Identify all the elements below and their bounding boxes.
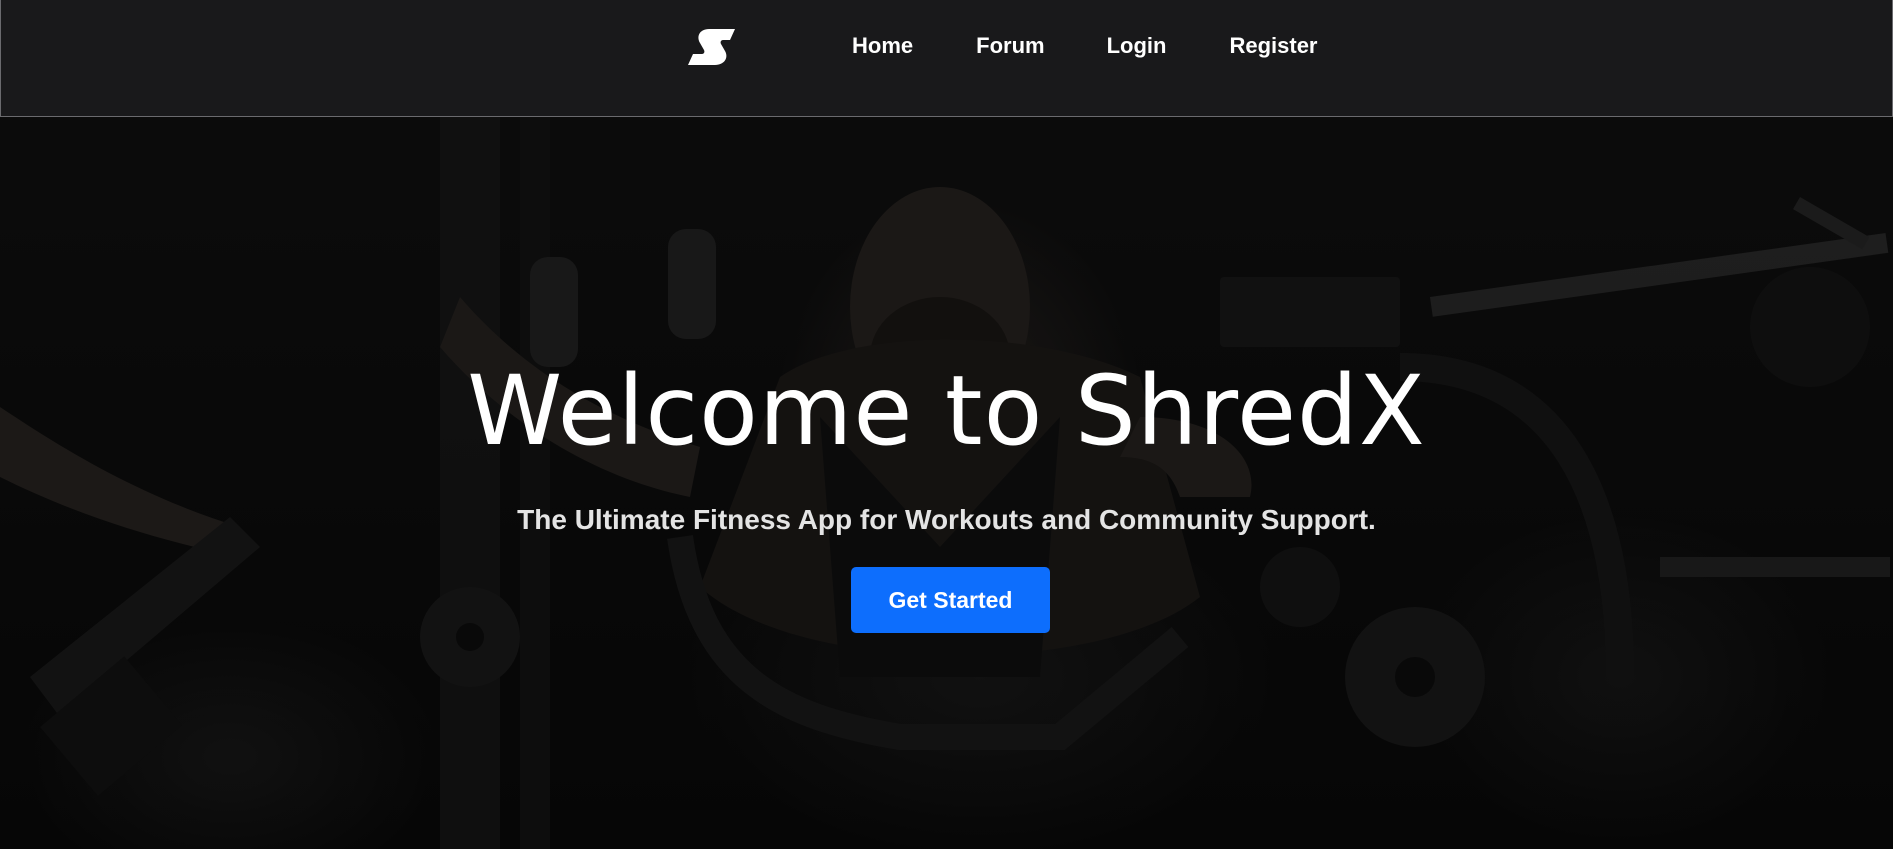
nav-login-link[interactable]: Login bbox=[1107, 30, 1167, 62]
shredx-s-logo-icon[interactable] bbox=[687, 26, 739, 68]
nav-links: Home Forum Login Register bbox=[852, 30, 1318, 62]
nav-home-link[interactable]: Home bbox=[852, 30, 913, 62]
gym-athlete-photo bbox=[0, 117, 1893, 849]
navbar: Home Forum Login Register bbox=[0, 0, 1893, 117]
get-started-button[interactable]: Get Started bbox=[851, 567, 1050, 633]
hero-subtitle: The Ultimate Fitness App for Workouts an… bbox=[517, 504, 1376, 535]
nav-forum-link[interactable]: Forum bbox=[976, 30, 1044, 62]
hero-section: Welcome to ShredX The Ultimate Fitness A… bbox=[0, 117, 1893, 849]
hero-title: Welcome to ShredX bbox=[467, 355, 1426, 467]
nav-register-link[interactable]: Register bbox=[1229, 30, 1317, 62]
